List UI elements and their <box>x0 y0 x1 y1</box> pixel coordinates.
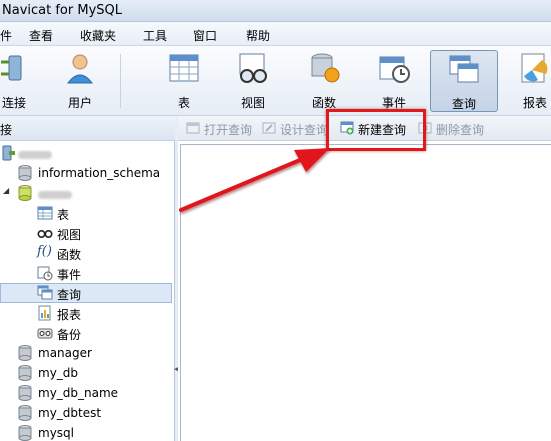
tree-node-queries-label: 查询 <box>57 288 82 302</box>
collapse-triangle-icon[interactable]: ◢ <box>3 186 9 195</box>
view-icon <box>37 230 53 239</box>
tree-node-functions[interactable]: f() 函数 <box>0 243 172 263</box>
event-icon <box>37 266 53 281</box>
tree-item-my-db-label: my_db <box>38 366 79 380</box>
menu-help[interactable]: 帮助 <box>246 27 270 44</box>
connection-tree-header-label: 接 <box>0 123 13 137</box>
view-icon <box>239 53 267 83</box>
tree-item-my-dbtest-label: my_dbtest <box>38 406 102 420</box>
table-icon <box>169 54 199 82</box>
function-icon <box>311 53 340 83</box>
main-toolbar: 连接 用户 表 视图 函数 事件 查询 报表 <box>0 46 551 116</box>
tree-node-functions-label: 函数 <box>57 248 82 262</box>
table-icon <box>37 206 53 220</box>
tree-node-views[interactable]: 视图 <box>0 223 172 243</box>
toolbar-report-button[interactable]: 报表 <box>513 50 551 112</box>
user-icon <box>66 54 94 84</box>
backup-icon <box>37 328 53 339</box>
tree-connection-root-label <box>18 147 52 161</box>
tree-item-manager-label: manager <box>38 346 92 360</box>
tree-node-events-label: 事件 <box>57 268 82 282</box>
tree-node-backups-label: 备份 <box>57 328 82 342</box>
tree-database-open-label <box>38 187 72 201</box>
delete-query-label: 删除查询 <box>436 123 485 137</box>
connection-tree-panel: 接 information_schema ◢ 表 视图 f() 函数 事件 查询… <box>0 116 175 441</box>
connection-tree-header: 接 <box>0 116 175 141</box>
toolbar-view-label: 视图 <box>240 96 265 110</box>
title-bar: Navicat for MySQL <box>0 0 551 22</box>
menu-window[interactable]: 窗口 <box>193 27 217 44</box>
toolbar-user-label: 用户 <box>67 96 92 110</box>
tree-node-reports[interactable]: 报表 <box>0 303 172 323</box>
tree-item-manager[interactable]: manager <box>0 343 172 363</box>
annotation-highlight-box <box>326 109 426 151</box>
redacted-name <box>18 150 52 159</box>
database-open-icon <box>18 185 32 201</box>
toolbar-table-label: 表 <box>177 96 190 110</box>
database-icon <box>18 425 32 441</box>
report-icon <box>38 305 51 321</box>
toolbar-query-button[interactable]: 查询 <box>430 50 498 112</box>
open-query-label: 打开查询 <box>204 123 253 137</box>
toolbar-event-button[interactable]: 事件 <box>372 50 416 112</box>
tree-item-my-db[interactable]: my_db <box>0 363 172 383</box>
tree-node-views-label: 视图 <box>57 228 82 242</box>
design-query-label: 设计查询 <box>280 123 329 137</box>
menu-view[interactable]: 查看 <box>29 27 53 44</box>
toolbar-user-button[interactable]: 用户 <box>58 50 102 112</box>
report-icon <box>521 53 548 83</box>
object-panel: 打开查询 设计查询 新建查询 删除查询 <box>178 116 551 441</box>
delete-query-button[interactable]: 删除查询 <box>418 120 494 138</box>
connection-icon <box>1 55 22 81</box>
toolbar-view-button[interactable]: 视图 <box>231 50 275 112</box>
tree-item-information-schema-label: information_schema <box>38 166 161 180</box>
toolbar-function-button[interactable]: 函数 <box>302 50 346 112</box>
tree-item-mysql[interactable]: mysql <box>0 423 172 441</box>
toolbar-report-label: 报表 <box>522 96 547 110</box>
function-icon: f() <box>37 244 52 259</box>
database-icon <box>18 405 32 421</box>
open-query-button[interactable]: 打开查询 <box>186 120 262 138</box>
query-icon <box>37 285 53 300</box>
toolbar-connection-button[interactable]: 连接 <box>0 50 36 112</box>
tree-item-mysql-label: mysql <box>38 426 74 440</box>
database-icon <box>18 385 32 401</box>
tree-node-events[interactable]: 事件 <box>0 263 172 283</box>
tree-item-my-db-name-label: my_db_name <box>38 386 119 400</box>
database-icon <box>18 345 32 361</box>
tree-item-my-db-name[interactable]: my_db_name <box>0 383 172 403</box>
menu-bar: 件 查看 收藏夹 工具 窗口 帮助 <box>0 22 551 46</box>
toolbar-connection-label: 连接 <box>1 96 26 110</box>
menu-favorites[interactable]: 收藏夹 <box>80 27 116 44</box>
toolbar-separator <box>120 54 121 108</box>
tree-connection-root[interactable] <box>0 143 172 163</box>
tree-item-my-dbtest[interactable]: my_dbtest <box>0 403 172 423</box>
tree-node-reports-label: 报表 <box>57 308 82 322</box>
event-icon <box>379 56 410 83</box>
toolbar-table-button[interactable]: 表 <box>162 50 206 112</box>
redacted-name <box>38 190 72 199</box>
query-icon <box>449 55 479 83</box>
tree-node-tables-label: 表 <box>57 208 70 222</box>
database-icon <box>18 365 32 381</box>
menu-file[interactable]: 件 <box>0 27 12 44</box>
tree-node-queries[interactable]: 查询 <box>0 283 172 303</box>
connection-icon <box>2 145 15 161</box>
toolbar-query-label: 查询 <box>451 97 476 111</box>
tree-database-open[interactable]: ◢ <box>0 183 172 203</box>
menu-tools[interactable]: 工具 <box>143 27 167 44</box>
design-query-icon <box>262 122 276 134</box>
tree-node-backups[interactable]: 备份 <box>0 323 172 343</box>
window-title: Navicat for MySQL <box>2 3 122 18</box>
tree-node-tables[interactable]: 表 <box>0 203 172 223</box>
tree-item-information-schema[interactable]: information_schema <box>0 163 172 183</box>
query-list-area[interactable] <box>180 144 551 441</box>
open-query-icon <box>186 122 200 134</box>
database-icon <box>18 165 32 181</box>
